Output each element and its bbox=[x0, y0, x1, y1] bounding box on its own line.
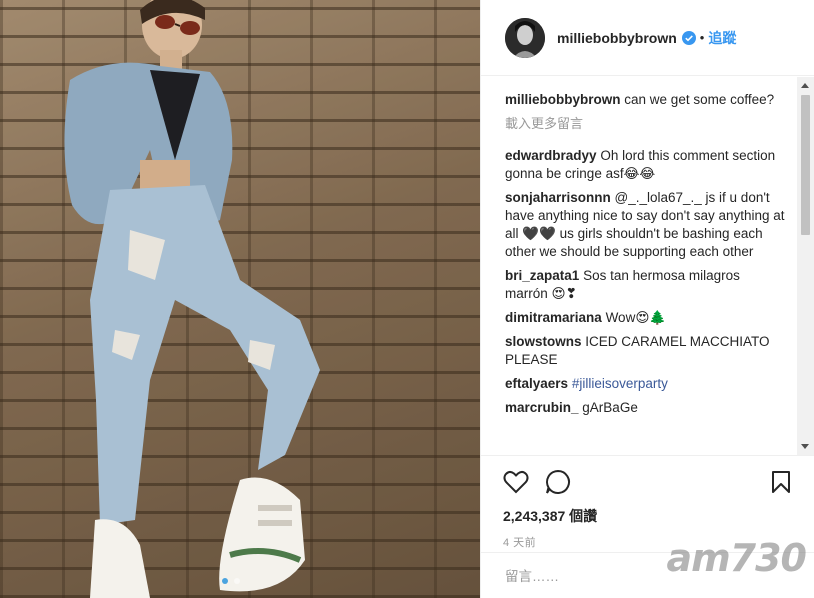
comment-item: sonjaharrisonnn @_._lola67_._ js if u do… bbox=[505, 189, 785, 261]
add-comment-input[interactable]: 留言…… bbox=[505, 569, 559, 584]
carousel-dot-active[interactable] bbox=[222, 578, 228, 584]
comment-item: dimitramariana Wow😍🌲 bbox=[505, 309, 785, 327]
comment-user[interactable]: marcrubin_ bbox=[505, 400, 579, 415]
scrollbar-thumb[interactable] bbox=[801, 95, 810, 235]
comment-user[interactable]: dimitramariana bbox=[505, 310, 602, 325]
comment-user[interactable]: milliebobbybrown bbox=[505, 92, 621, 107]
heart-icon[interactable] bbox=[503, 470, 529, 494]
comment-user[interactable]: bri_zapata1 bbox=[505, 268, 579, 283]
photo-illustration bbox=[0, 0, 480, 598]
comment-item: bri_zapata1 Sos tan hermosa milagros mar… bbox=[505, 267, 785, 303]
hashtag-link[interactable]: #jillieisoverparty bbox=[572, 376, 668, 391]
comment-item: edwardbradyy Oh lord this comment sectio… bbox=[505, 147, 785, 183]
comment-item: marcrubin_ gArBaGe bbox=[505, 399, 785, 417]
comment-item: eftalyaers #jillieisoverparty bbox=[505, 375, 785, 393]
comments-scrollbar[interactable] bbox=[797, 77, 814, 455]
header-dot-separator: • bbox=[699, 30, 705, 45]
avatar[interactable] bbox=[505, 17, 545, 58]
comment-user[interactable]: slowstowns bbox=[505, 334, 582, 349]
scroll-down-arrow-icon[interactable] bbox=[801, 444, 809, 449]
comment-text: Wow😍🌲 bbox=[605, 310, 667, 325]
verified-badge-icon bbox=[681, 30, 696, 45]
comment-text: can we get some coffee? bbox=[624, 92, 775, 107]
avatar-image bbox=[505, 17, 545, 58]
comment-item: slowstowns ICED CARAMEL MACCHIATO PLEASE bbox=[505, 333, 785, 369]
comment-user[interactable]: edwardbradyy bbox=[505, 148, 597, 163]
comments-list[interactable]: milliebobbybrown can we get some coffee?… bbox=[481, 77, 814, 455]
comment-user[interactable]: sonjaharrisonnn bbox=[505, 190, 611, 205]
comment-icon[interactable] bbox=[545, 469, 571, 495]
likes-count[interactable]: 2,243,387 個讚 bbox=[503, 506, 791, 526]
post-sidebar: milliebobbybrown • 追蹤 milliebobbybrown c… bbox=[480, 0, 814, 598]
bookmark-icon[interactable] bbox=[771, 470, 791, 494]
carousel-dot[interactable] bbox=[234, 578, 240, 584]
comment-text: gArBaGe bbox=[582, 400, 638, 415]
comment-user[interactable]: eftalyaers bbox=[505, 376, 568, 391]
instagram-post: milliebobbybrown • 追蹤 milliebobbybrown c… bbox=[0, 0, 814, 598]
watermark-logo: am730 bbox=[666, 536, 807, 580]
action-icons bbox=[503, 468, 791, 496]
load-more-comments-button[interactable]: 載入更多留言 bbox=[505, 115, 785, 133]
scroll-up-arrow-icon[interactable] bbox=[801, 83, 809, 88]
post-header: milliebobbybrown • 追蹤 bbox=[481, 0, 814, 76]
post-username[interactable]: milliebobbybrown bbox=[557, 30, 677, 46]
follow-button[interactable]: 追蹤 bbox=[708, 28, 736, 48]
caption: milliebobbybrown can we get some coffee? bbox=[505, 91, 785, 109]
post-photo[interactable] bbox=[0, 0, 480, 598]
